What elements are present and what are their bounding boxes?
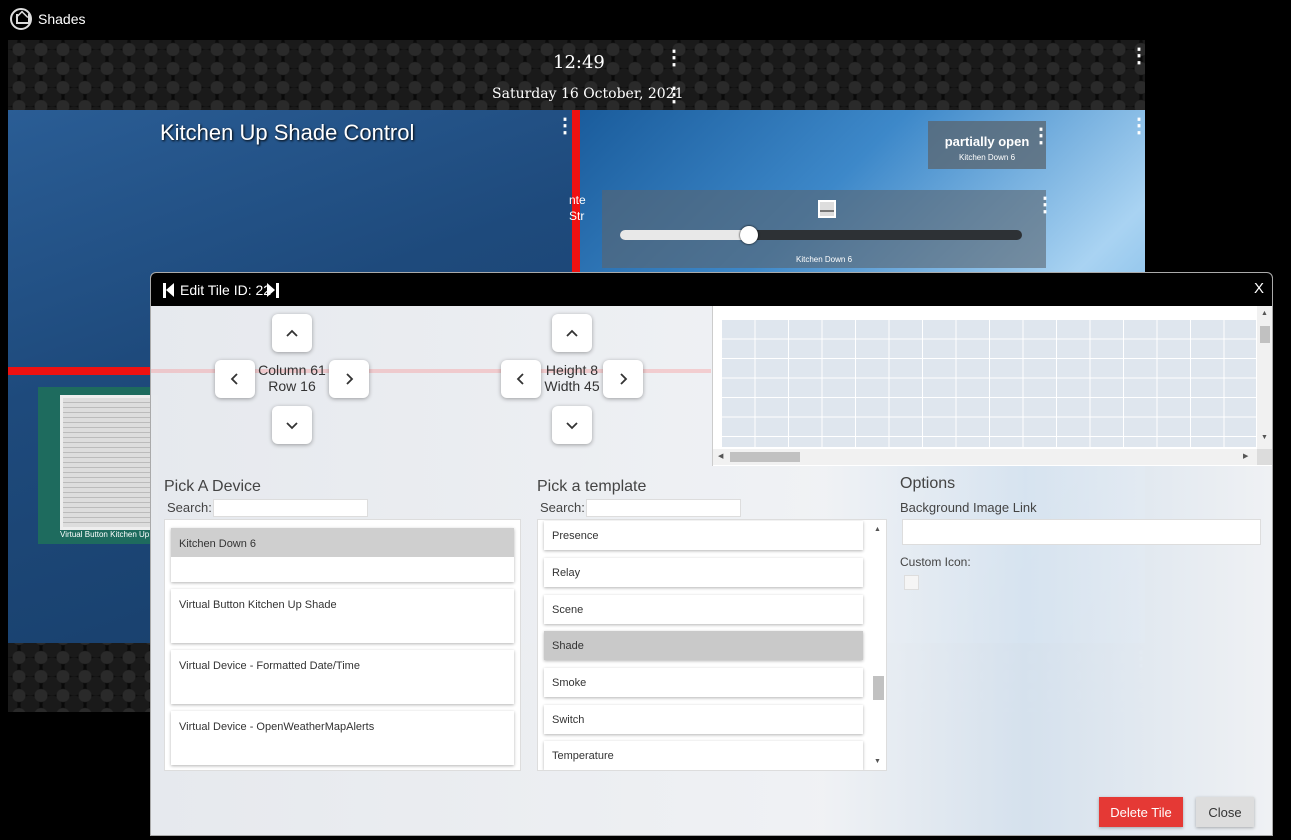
- roller-shade-icon: [60, 395, 158, 530]
- shade-status: partially open: [944, 134, 1030, 149]
- kebab-menu-icon[interactable]: [1129, 47, 1149, 65]
- template-item-shade[interactable]: Shade: [544, 631, 863, 660]
- template-list[interactable]: Presence Relay Scene Shade Smoke Switch …: [537, 519, 887, 771]
- home-icon[interactable]: [10, 8, 32, 30]
- kebab-menu-icon[interactable]: [1035, 196, 1055, 214]
- scroll-up-icon[interactable]: ▲: [1261, 310, 1268, 317]
- size-readout: Height 8 Width 45: [537, 362, 607, 394]
- device-search-label: Search:: [167, 500, 212, 515]
- device-item-kitchen-down-6[interactable]: Kitchen Down 6: [171, 528, 514, 582]
- scrollbar-corner: [1257, 449, 1272, 465]
- chevron-down-icon: [286, 422, 298, 430]
- scroll-up-icon[interactable]: ▲: [874, 526, 881, 533]
- options-title: Options: [900, 475, 956, 492]
- virtual-button-tile[interactable]: Virtual Button Kitchen Up: [38, 387, 158, 544]
- app-title-bar: Shades: [0, 0, 1291, 36]
- device-item-openweather[interactable]: Virtual Device - OpenWeatherMapAlerts: [171, 711, 514, 765]
- custom-icon-label: Custom Icon:: [900, 555, 971, 569]
- clock-date: Saturday 16 October, 2021: [492, 86, 684, 102]
- height-decrease-button[interactable]: [552, 406, 592, 444]
- clock-time: 12:49: [553, 52, 605, 73]
- width-increase-button[interactable]: [603, 360, 643, 398]
- scroll-down-icon[interactable]: ▼: [1261, 434, 1268, 441]
- move-up-button[interactable]: [272, 314, 312, 352]
- shade-level-slider[interactable]: [620, 226, 1022, 244]
- device-item-virtual-button[interactable]: Virtual Button Kitchen Up Shade: [171, 589, 514, 643]
- chevron-left-icon: [516, 373, 524, 385]
- height-value: Height 8: [545, 362, 599, 378]
- template-search-label: Search:: [540, 500, 585, 515]
- scrollbar-thumb[interactable]: [730, 452, 800, 462]
- chevron-right-icon: [620, 373, 628, 385]
- template-item-relay[interactable]: Relay: [544, 558, 863, 587]
- width-decrease-button[interactable]: [501, 360, 541, 398]
- scroll-left-icon[interactable]: ◀: [718, 452, 723, 460]
- layout-grid[interactable]: [721, 319, 1256, 447]
- tile-divider: [8, 367, 158, 375]
- kebab-menu-icon[interactable]: [555, 117, 575, 135]
- modal-header: Edit Tile ID: 22 X: [151, 273, 1272, 306]
- close-button[interactable]: Close: [1196, 797, 1254, 827]
- shade-status-tile[interactable]: partially open Kitchen Down 6: [928, 121, 1051, 169]
- chevron-right-icon: [346, 373, 354, 385]
- row-value: Row 16: [268, 378, 316, 394]
- shade-slider-tile: Kitchen Down 6: [602, 190, 1055, 268]
- custom-icon-picker[interactable]: [904, 575, 919, 590]
- grid-horizontal-scrollbar[interactable]: ◀ ▶: [713, 449, 1258, 465]
- kebab-menu-icon[interactable]: [1031, 127, 1051, 145]
- header-tile: 12:49 Saturday 16 October, 2021: [8, 40, 1149, 110]
- template-scrollbar[interactable]: ▲ ▼: [870, 520, 886, 770]
- chevron-up-icon: [286, 329, 298, 337]
- template-item-temperature[interactable]: Temperature: [544, 741, 863, 770]
- tile-divider: [572, 110, 580, 272]
- grid-vertical-scrollbar[interactable]: ▲ ▼: [1257, 306, 1272, 454]
- template-item-switch[interactable]: Switch: [544, 705, 863, 734]
- scrollbar-thumb[interactable]: [873, 676, 884, 700]
- bg-image-label: Background Image Link: [900, 500, 1037, 515]
- kebab-menu-icon[interactable]: [664, 49, 684, 67]
- move-down-button[interactable]: [272, 406, 312, 444]
- template-search-input[interactable]: [586, 499, 741, 517]
- modal-close-x[interactable]: X: [1254, 280, 1264, 297]
- move-left-button[interactable]: [215, 360, 255, 398]
- first-tile-icon[interactable]: [163, 283, 175, 298]
- kebab-menu-icon[interactable]: [1129, 117, 1149, 135]
- template-item-smoke[interactable]: Smoke: [544, 668, 863, 697]
- kebab-menu-icon[interactable]: [664, 86, 684, 104]
- edit-tile-modal: Edit Tile ID: 22 X Column 61 Row 16 Heig…: [150, 272, 1273, 836]
- position-readout: Column 61 Row 16: [257, 362, 327, 394]
- window-shade-icon: [818, 200, 836, 218]
- device-item-formatted-date[interactable]: Virtual Device - Formatted Date/Time: [171, 650, 514, 704]
- template-item-presence[interactable]: Presence: [544, 521, 863, 550]
- layout-grid-preview[interactable]: ▲ ▼ ◀ ▶: [712, 306, 1272, 466]
- shade-device-label: Kitchen Down 6: [958, 153, 1016, 162]
- chevron-down-icon: [566, 422, 578, 430]
- width-value: Width 45: [544, 378, 600, 394]
- slider-fill: [620, 230, 749, 240]
- move-right-button[interactable]: [329, 360, 369, 398]
- scrollbar-thumb[interactable]: [1260, 326, 1270, 343]
- tile-title: Kitchen Up Shade Control: [160, 120, 415, 145]
- column-value: Column 61: [258, 362, 326, 378]
- delete-tile-button[interactable]: Delete Tile: [1099, 797, 1183, 827]
- slider-device-label: Kitchen Down 6: [795, 255, 853, 264]
- clipped-text: nte Str: [569, 193, 586, 223]
- device-search-input[interactable]: [213, 499, 368, 517]
- chevron-up-icon: [566, 329, 578, 337]
- modal-title: Edit Tile ID: 22: [180, 282, 272, 298]
- scroll-down-icon[interactable]: ▼: [874, 758, 881, 765]
- slider-thumb[interactable]: [739, 226, 758, 244]
- scroll-right-icon[interactable]: ▶: [1243, 452, 1248, 460]
- app-title: Shades: [38, 11, 86, 27]
- template-section-title: Pick a template: [537, 478, 647, 495]
- device-list[interactable]: Kitchen Down 6 Virtual Button Kitchen Up…: [164, 519, 521, 771]
- tile-device-label: Virtual Button Kitchen Up: [60, 530, 150, 539]
- bg-image-link-input[interactable]: [902, 519, 1261, 545]
- last-tile-icon[interactable]: [267, 283, 279, 298]
- template-item-scene[interactable]: Scene: [544, 595, 863, 624]
- height-increase-button[interactable]: [552, 314, 592, 352]
- chevron-left-icon: [230, 373, 238, 385]
- device-section-title: Pick A Device: [164, 478, 261, 495]
